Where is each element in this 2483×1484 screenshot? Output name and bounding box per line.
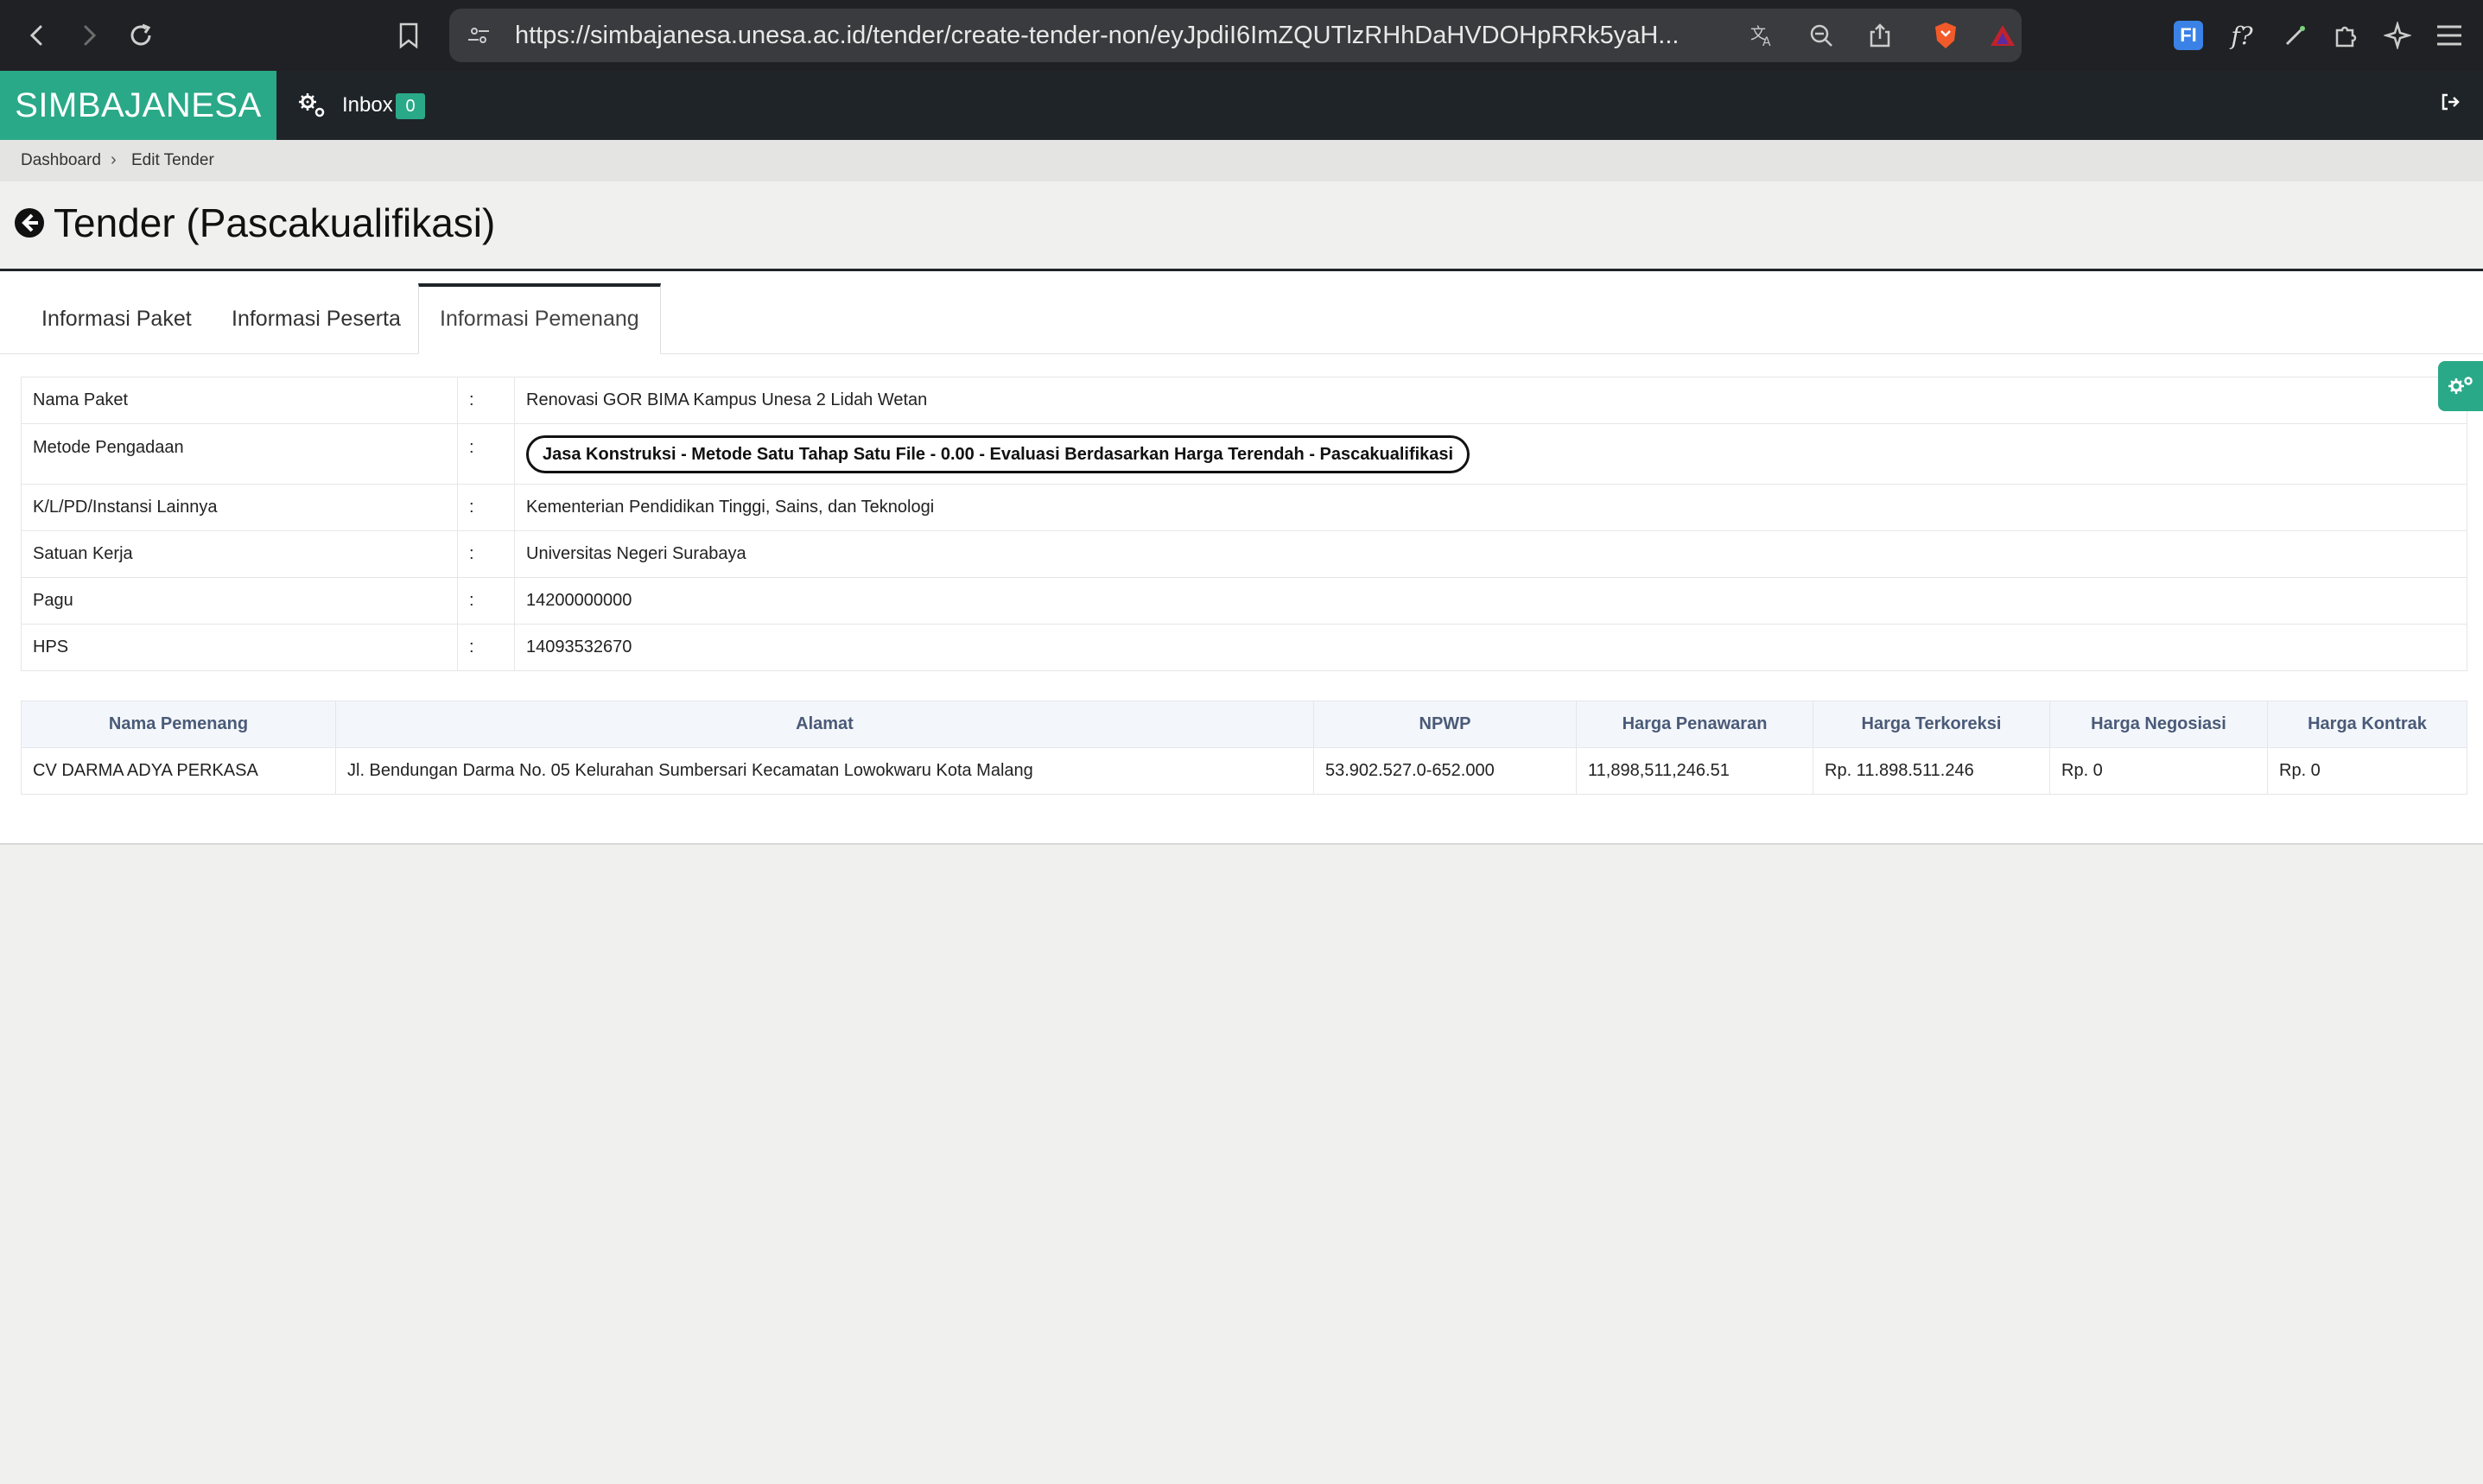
menu-hamburger-icon[interactable] — [2429, 16, 2469, 55]
column-header-nama-pemenang: Nama Pemenang — [21, 701, 336, 748]
info-label: Satuan Kerja — [21, 530, 458, 578]
brave-shield-icon[interactable] — [1928, 18, 1963, 53]
column-header-alamat: Alamat — [335, 701, 1314, 748]
forward-arrow-icon[interactable] — [69, 16, 109, 55]
theme-settings-gear-icon[interactable] — [2438, 361, 2483, 411]
zoom-out-icon[interactable] — [1804, 18, 1838, 53]
info-colon: : — [457, 530, 515, 578]
breadcrumb: Dashboard › Edit Tender — [0, 140, 2483, 181]
brave-rewards-icon[interactable] — [1985, 18, 2020, 53]
share-icon[interactable] — [1863, 18, 1897, 53]
svg-text:A: A — [1762, 35, 1771, 49]
procurement-method-badge: Jasa Konstruksi - Metode Satu Tahap Satu… — [526, 434, 1470, 473]
info-label: Pagu — [21, 577, 458, 625]
info-label: K/L/PD/Instansi Lainnya — [21, 484, 458, 531]
formula-extension-icon[interactable]: f? — [2222, 16, 2262, 55]
info-row-pagu: Pagu : 14200000000 — [21, 577, 2467, 625]
column-header-npwp: NPWP — [1313, 701, 1577, 748]
info-colon: : — [457, 423, 515, 485]
url-text[interactable]: https://simbajanesa.unesa.ac.id/tender/c… — [515, 9, 1742, 62]
color-picker-icon[interactable] — [2276, 16, 2315, 55]
breadcrumb-dashboard[interactable]: Dashboard — [21, 140, 101, 181]
info-label: HPS — [21, 624, 458, 671]
info-row-instansi: K/L/PD/Instansi Lainnya : Kementerian Pe… — [21, 484, 2467, 531]
cell-harga-kontrak: Rp. 0 — [2267, 747, 2467, 795]
page-title: Tender (Pascakualifikasi) — [54, 200, 496, 245]
info-value: Renovasi GOR BIMA Kampus Unesa 2 Lidah W… — [514, 377, 2467, 424]
breadcrumb-edit-tender: Edit Tender — [131, 151, 214, 169]
address-bar[interactable]: https://simbajanesa.unesa.ac.id/tender/c… — [449, 9, 2022, 62]
cell-harga-terkoreksi: Rp. 11.898.511.246 — [1813, 747, 2050, 795]
back-arrow-icon[interactable] — [17, 16, 57, 55]
tab-informasi-pemenang[interactable]: Informasi Pemenang — [418, 283, 661, 354]
info-row-hps: HPS : 14093532670 — [21, 624, 2467, 671]
logout-icon[interactable] — [2440, 92, 2467, 119]
info-row-metode-pengadaan: Metode Pengadaan : Jasa Konstruksi - Met… — [21, 423, 2467, 485]
back-circle-icon[interactable] — [12, 206, 47, 240]
column-header-harga-terkoreksi: Harga Terkoreksi — [1813, 701, 2050, 748]
extension-fi-icon[interactable]: FI — [2169, 16, 2208, 55]
tab-bar: Informasi Paket Informasi Peserta Inform… — [0, 283, 2483, 354]
column-header-harga-negosiasi: Harga Negosiasi — [2049, 701, 2268, 748]
table-row: CV DARMA ADYA PERKASA Jl. Bendungan Darm… — [21, 747, 2467, 795]
app-header: SIMBAJANESA Inbox 0 — [0, 71, 2483, 140]
translate-icon[interactable]: 文A — [1745, 18, 1780, 53]
reload-icon[interactable] — [121, 16, 161, 55]
leo-ai-star-icon[interactable] — [2378, 16, 2417, 55]
column-header-harga-penawaran: Harga Penawaran — [1576, 701, 1813, 748]
info-row-nama-paket: Nama Paket : Renovasi GOR BIMA Kampus Un… — [21, 377, 2467, 424]
column-header-harga-kontrak: Harga Kontrak — [2267, 701, 2467, 748]
winner-table: Nama Pemenang Alamat NPWP Harga Penawara… — [21, 701, 2467, 795]
tab-informasi-peserta[interactable]: Informasi Peserta — [211, 283, 422, 354]
cell-alamat: Jl. Bendungan Darma No. 05 Kelurahan Sum… — [335, 747, 1314, 795]
info-row-satuan-kerja: Satuan Kerja : Universitas Negeri Suraba… — [21, 530, 2467, 578]
info-value: Universitas Negeri Surabaya — [514, 530, 2467, 578]
info-value-cell: Jasa Konstruksi - Metode Satu Tahap Satu… — [514, 423, 2467, 485]
site-settings-icon[interactable] — [461, 18, 496, 53]
cell-harga-penawaran: 11,898,511,246.51 — [1576, 747, 1813, 795]
info-label: Nama Paket — [21, 377, 458, 424]
inbox-count-badge: 0 — [396, 93, 425, 119]
package-info-table: Nama Paket : Renovasi GOR BIMA Kampus Un… — [21, 377, 2467, 671]
winner-table-header: Nama Pemenang Alamat NPWP Harga Penawara… — [21, 701, 2467, 748]
info-value: Kementerian Pendidikan Tinggi, Sains, da… — [514, 484, 2467, 531]
brand-logo[interactable]: SIMBAJANESA — [0, 71, 276, 140]
browser-toolbar: https://simbajanesa.unesa.ac.id/tender/c… — [0, 0, 2483, 71]
content-panel: Informasi Paket Informasi Peserta Inform… — [0, 271, 2483, 845]
info-value: 14200000000 — [514, 577, 2467, 625]
info-colon: : — [457, 377, 515, 424]
info-colon: : — [457, 577, 515, 625]
info-value: 14093532670 — [514, 624, 2467, 671]
tab-informasi-paket[interactable]: Informasi Paket — [21, 283, 213, 354]
cell-nama-pemenang: CV DARMA ADYA PERKASA — [21, 747, 336, 795]
inbox-link[interactable]: Inbox — [342, 71, 393, 140]
info-colon: : — [457, 484, 515, 531]
breadcrumb-separator: › — [111, 150, 117, 169]
page-title-bar: Tender (Pascakualifikasi) — [0, 181, 2483, 271]
info-label: Metode Pengadaan — [21, 423, 458, 485]
info-colon: : — [457, 624, 515, 671]
bookmark-icon[interactable] — [389, 16, 429, 55]
cell-harga-negosiasi: Rp. 0 — [2049, 747, 2268, 795]
settings-gears-icon[interactable] — [297, 90, 327, 121]
cell-npwp: 53.902.527.0-652.000 — [1313, 747, 1577, 795]
extensions-puzzle-icon[interactable] — [2326, 16, 2366, 55]
